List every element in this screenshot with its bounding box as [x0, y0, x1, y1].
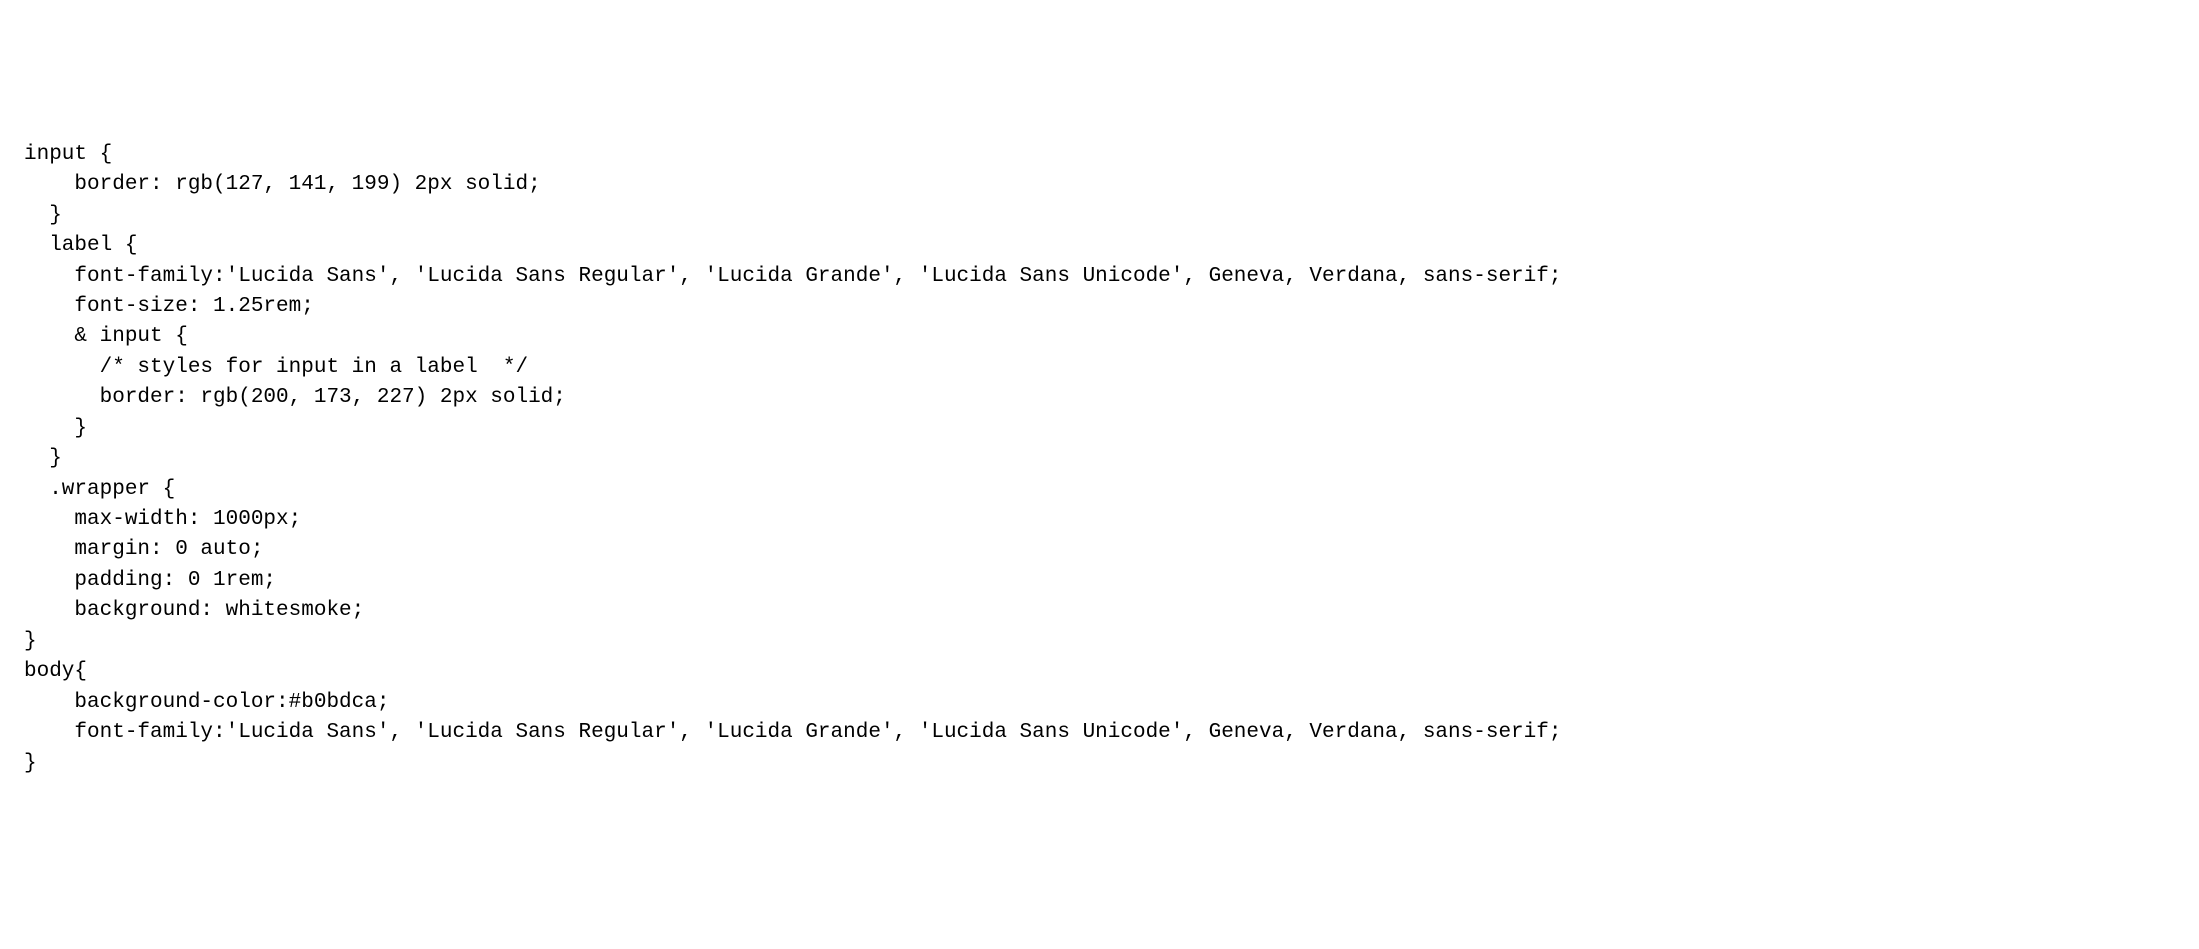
code-line: margin: 0 auto; — [24, 535, 2175, 565]
code-line: /* styles for input in a label */ — [24, 353, 2175, 383]
code-line: .wrapper { — [24, 475, 2175, 505]
code-line: & input { — [24, 322, 2175, 352]
code-line: } — [24, 749, 2175, 779]
code-line: body{ — [24, 657, 2175, 687]
code-line: label { — [24, 231, 2175, 261]
code-line: input { — [24, 140, 2175, 170]
code-line: background: whitesmoke; — [24, 596, 2175, 626]
css-code-block: input {border: rgb(127, 141, 199) 2px so… — [24, 140, 2175, 779]
code-line: } — [24, 627, 2175, 657]
code-line: } — [24, 201, 2175, 231]
code-line: font-family:'Lucida Sans', 'Lucida Sans … — [24, 262, 2175, 292]
code-line: max-width: 1000px; — [24, 505, 2175, 535]
code-line: font-family:'Lucida Sans', 'Lucida Sans … — [24, 718, 2175, 748]
code-line: } — [24, 414, 2175, 444]
code-line: padding: 0 1rem; — [24, 566, 2175, 596]
code-line: border: rgb(200, 173, 227) 2px solid; — [24, 383, 2175, 413]
code-line: } — [24, 444, 2175, 474]
code-line: background-color:#b0bdca; — [24, 688, 2175, 718]
code-line: font-size: 1.25rem; — [24, 292, 2175, 322]
code-line: border: rgb(127, 141, 199) 2px solid; — [24, 170, 2175, 200]
